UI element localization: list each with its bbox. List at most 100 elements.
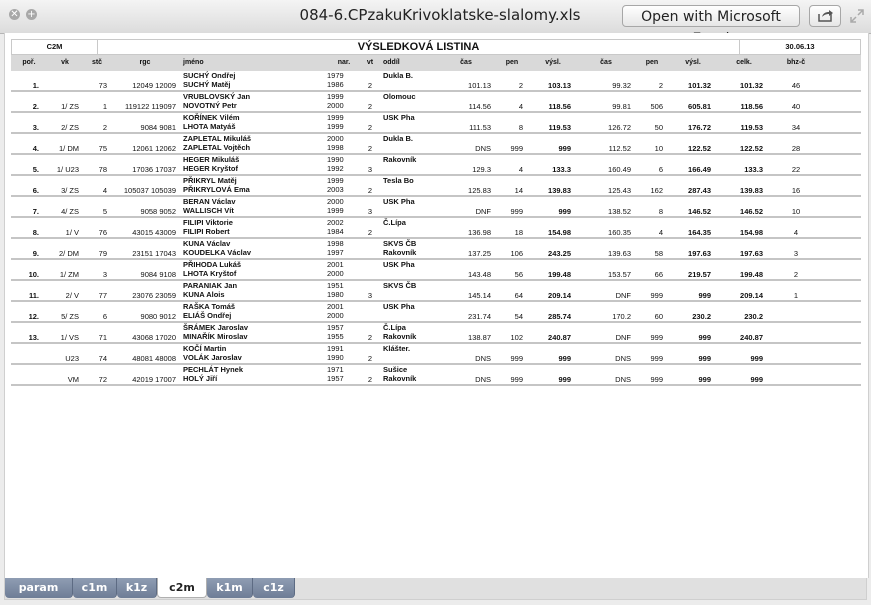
cell-names: KOŘÍNEK Vilém LHOTA Matyáš	[179, 113, 325, 132]
cell-vt: 2	[363, 92, 377, 111]
cell-nar: 1957 1955	[325, 323, 363, 342]
cell-pen1: 999	[495, 134, 529, 153]
cell-vk	[47, 71, 83, 90]
cell-value: 78	[98, 165, 107, 174]
close-icon[interactable]: ✕	[9, 9, 20, 20]
cell-value: 146.52	[688, 207, 711, 216]
cell-value: 139.83	[548, 186, 571, 195]
cell-cas1: 101.13	[437, 71, 495, 90]
cell-line: Dukla B.	[383, 134, 414, 143]
cell-value: 101.13	[468, 81, 491, 90]
sheet-tab-c2m[interactable]: c2m	[157, 578, 207, 598]
cell-value: 125.83	[468, 186, 491, 195]
cell-rgc: 17036 17037	[111, 155, 179, 174]
cell-line: 2000	[327, 310, 344, 320]
table-row[interactable]: 3. 2/ ZS 2 9084 9081 KOŘÍNEK Vilém LHOTA Maty…	[11, 113, 861, 134]
cell-line: WALLISCH Vít	[183, 205, 234, 215]
cell-vysl1: 285.74	[529, 302, 577, 321]
sheet-tab-c1m[interactable]: c1m	[73, 578, 117, 598]
open-with-excel-button[interactable]: Open with Microsoft Excel	[622, 5, 800, 47]
cell-pen1: 4	[495, 92, 529, 111]
sheet-tab-c1z[interactable]: c1z	[253, 578, 295, 598]
cell-line: Dukla B.	[383, 71, 414, 80]
cell-value: 6	[102, 312, 107, 321]
cell-value: 4	[793, 228, 799, 237]
cell-value: DNS	[615, 375, 631, 384]
table-row[interactable]: 12. 5/ ZS 6 9080 9012 RAŠKA Tomáš ELIÁŠ Ondře…	[11, 302, 861, 323]
cell-line	[383, 312, 437, 321]
table-row[interactable]: 5. 1/ U23 78 17036 17037 HEGER Mikuláš HEGER …	[11, 155, 861, 176]
share-button[interactable]	[809, 5, 841, 27]
table-row[interactable]: 2. 1/ ZS 1 119122 119097 VRUBLOVSKÝ Jan NOVOT…	[11, 92, 861, 113]
sheet-tab-param[interactable]: param	[5, 578, 73, 598]
cell-value: 126.72	[608, 123, 631, 132]
table-row[interactable]: U23 74 48081 48008 KOČÍ Martin VOLÁK Jarosla…	[11, 344, 861, 365]
table-row[interactable]: 11. 2/ V 77 23076 23059 PARANIAK Jan KUNA Alo…	[11, 281, 861, 302]
cell-value: 103.13	[548, 81, 571, 90]
cell-rgc: 119122 119097	[111, 92, 179, 111]
cell-nar: 1971 1957	[325, 365, 363, 384]
table-row[interactable]: 6. 3/ ZS 4 105037 105039 PŘIKRYL Matěj PŘIKRY…	[11, 176, 861, 197]
cell-vysl1: 999	[529, 365, 577, 384]
cell-value: 1/ V	[65, 228, 79, 237]
column-header: celk.	[736, 59, 752, 66]
cell-vysl2: 197.63	[669, 239, 717, 258]
zoom-icon[interactable]: +	[26, 9, 37, 20]
cell-cas1: DNS	[437, 365, 495, 384]
cell-pen1: 18	[495, 218, 529, 237]
window-title: 084-6.CPzakuKrivoklatske-slalomy.xls	[299, 6, 581, 24]
cell-vk: U23	[47, 344, 83, 363]
fullscreen-icon[interactable]	[850, 9, 864, 23]
cell-value: 999	[650, 375, 663, 384]
cell-value: 138.52	[608, 207, 631, 216]
cell-value: 5	[102, 207, 107, 216]
cell-bhz: 2	[771, 260, 821, 279]
table-row[interactable]: 8. 1/ V 76 43015 43009 FILIPI Viktorie FILIPI…	[11, 218, 861, 239]
table-row[interactable]: 4. 1/ DM 75 12061 12062 ZAPLETAL Mikuláš ZAPL…	[11, 134, 861, 155]
cell-line: 1999	[327, 121, 344, 131]
cell-value: 54	[514, 312, 523, 321]
table-row[interactable]: 1. 73 12049 12009 SUCHÝ Ondřej SUCHÝ Matěj 19…	[11, 71, 861, 92]
cell-value: 114.56	[468, 102, 491, 111]
cell-por: 7.	[11, 197, 47, 216]
cell-value: 125.43	[608, 186, 631, 195]
cell-pen1: 999	[495, 344, 529, 363]
table-row[interactable]: 7. 4/ ZS 5 9058 9052 BERAN Václav WALLISCH Ví…	[11, 197, 861, 218]
cell-bhz	[771, 365, 821, 384]
table-row[interactable]: 13. 1/ VS 71 43068 17020 ŠRÁMEK Jaroslav MINA…	[11, 323, 861, 344]
sheet-tab-k1m[interactable]: k1m	[207, 578, 253, 598]
cell-value: 6	[658, 165, 663, 174]
cell-nar: 2000 1998	[325, 134, 363, 153]
cell-bhz: 46	[771, 71, 821, 90]
cell-pen2: 60	[635, 302, 669, 321]
cell-value: 153.57	[608, 270, 631, 279]
cell-cas1: DNF	[437, 197, 495, 216]
cell-value: 42019 17007	[132, 375, 176, 384]
cell-value: 999	[750, 375, 763, 384]
cell-line	[383, 144, 437, 153]
cell-line: USK Pha	[383, 197, 415, 206]
cell-cas2: DNS	[577, 365, 635, 384]
cell-value: 143.48	[468, 270, 491, 279]
table-row[interactable]: 10. 1/ ZM 3 9084 9108 PŘIHODA Lukáš LHOTA Kry…	[11, 260, 861, 281]
sheet-tab-k1z[interactable]: k1z	[117, 578, 157, 598]
cell-vysl2: 999	[669, 365, 717, 384]
cell-rgc: 43068 17020	[111, 323, 179, 342]
table-row[interactable]: 9. 2/ DM 79 23151 17043 KUNA Václav KOUDELKA …	[11, 239, 861, 260]
cell-value: DNF	[615, 333, 631, 342]
cell-vysl2: 164.35	[669, 218, 717, 237]
cell-line: Rakovník	[383, 373, 417, 383]
cell-vk: 2/ DM	[47, 239, 83, 258]
spreadsheet-view[interactable]: C2M VÝSLEDKOVÁ LISTINA 30.06.13 poř. vk st…	[4, 33, 869, 578]
cell-value: 8.	[32, 228, 39, 237]
cell-names: ŠRÁMEK Jaroslav MINAŘÍK Miroslav	[179, 323, 325, 342]
cell-value: DNS	[475, 354, 491, 363]
cell-pen2: 999	[635, 281, 669, 300]
cell-names: RAŠKA Tomáš ELIÁŠ Ondřej	[179, 302, 325, 321]
column-header: pen	[505, 59, 519, 66]
cell-pen1: 106	[495, 239, 529, 258]
table-row[interactable]: VM 72 42019 17007 PECHLÁT Hynek HOLÝ Jiří 197…	[11, 365, 861, 386]
cell-value: 101.32	[688, 81, 711, 90]
cell-value: 999	[558, 144, 571, 153]
cell-vysl2: 999	[669, 281, 717, 300]
